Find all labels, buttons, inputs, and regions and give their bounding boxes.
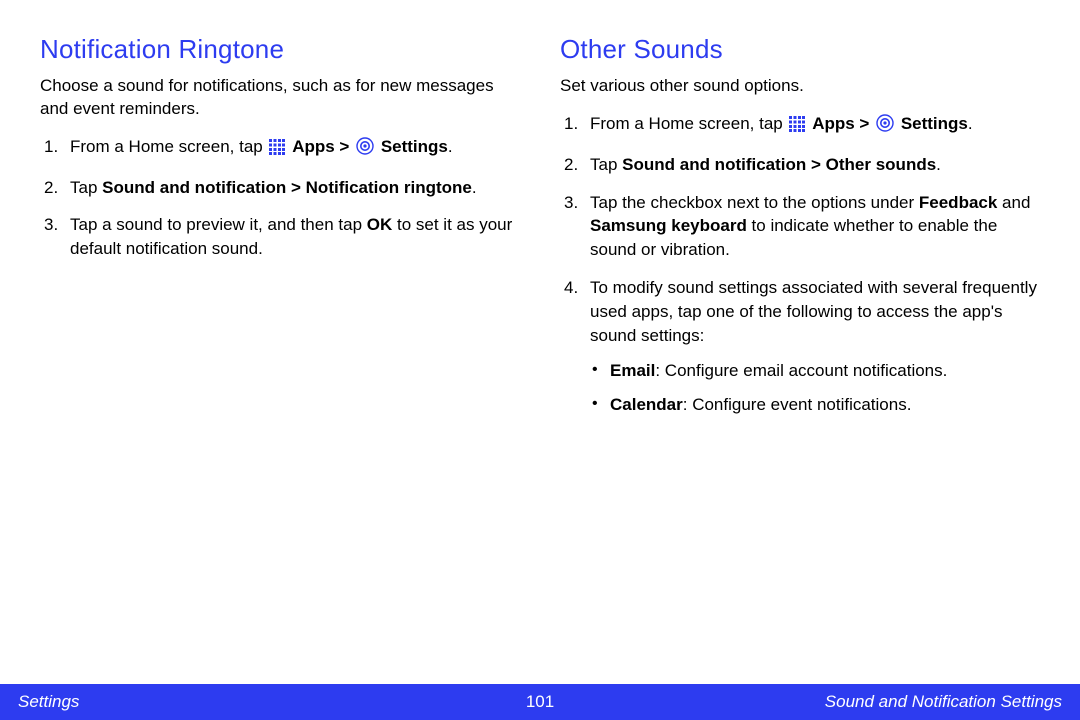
settings-gear-icon	[356, 137, 374, 162]
step-4: To modify sound settings associated with…	[560, 276, 1040, 417]
footer-page-number: 101	[0, 692, 1080, 712]
step-1-post: .	[448, 137, 453, 156]
step-2-bold: Sound and notification > Other sounds	[622, 155, 936, 174]
steps-notification-ringtone: From a Home screen, tap Apps > Settings.…	[40, 135, 520, 261]
step-4-sublist: Email: Configure email account notificat…	[590, 359, 1040, 417]
step-1-settings-label: Settings	[901, 114, 968, 133]
step-3: Tap a sound to preview it, and then tap …	[40, 213, 520, 261]
sub-email-label: Email	[610, 361, 655, 380]
step-2-pre: Tap	[590, 155, 622, 174]
step-2-post: .	[936, 155, 941, 174]
sub-calendar: Calendar: Configure event notifications.	[590, 393, 1040, 417]
steps-other-sounds: From a Home screen, tap Apps > Settings.…	[560, 112, 1040, 417]
intro-other-sounds: Set various other sound options.	[560, 75, 1040, 98]
step-2: Tap Sound and notification > Other sound…	[560, 153, 1040, 177]
step-3-ok: OK	[367, 215, 393, 234]
step-3-feedback: Feedback	[919, 193, 997, 212]
step-4-text: To modify sound settings associated with…	[590, 278, 1037, 345]
intro-notification-ringtone: Choose a sound for notifications, such a…	[40, 75, 520, 121]
step-3-a: Tap the checkbox next to the options und…	[590, 193, 919, 212]
step-3-and: and	[997, 193, 1030, 212]
step-2-bold: Sound and notification > Notification ri…	[102, 178, 472, 197]
sub-email-text: : Configure email account notifications.	[655, 361, 947, 380]
step-2-post: .	[472, 178, 477, 197]
step-2-pre: Tap	[70, 178, 102, 197]
step-2: Tap Sound and notification > Notificatio…	[40, 176, 520, 200]
step-1-post: .	[968, 114, 973, 133]
step-1: From a Home screen, tap Apps > Settings.	[560, 112, 1040, 139]
settings-gear-icon	[876, 114, 894, 139]
step-1-apps-label: Apps >	[812, 114, 874, 133]
step-3: Tap the checkbox next to the options und…	[560, 191, 1040, 262]
step-3-a: Tap a sound to preview it, and then tap	[70, 215, 367, 234]
step-1-apps-label: Apps >	[292, 137, 354, 156]
sub-email: Email: Configure email account notificat…	[590, 359, 1040, 383]
apps-grid-icon	[789, 115, 805, 139]
step-1-settings-label: Settings	[381, 137, 448, 156]
sub-calendar-text: : Configure event notifications.	[683, 395, 912, 414]
section-title-other-sounds: Other Sounds	[560, 34, 1040, 65]
step-1-pre: From a Home screen, tap	[590, 114, 787, 133]
sub-calendar-label: Calendar	[610, 395, 683, 414]
step-1: From a Home screen, tap Apps > Settings.	[40, 135, 520, 162]
apps-grid-icon	[269, 138, 285, 162]
section-title-notification-ringtone: Notification Ringtone	[40, 34, 520, 65]
footer-bar: Settings 101 Sound and Notification Sett…	[0, 684, 1080, 720]
right-column: Other Sounds Set various other sound opt…	[560, 34, 1040, 431]
step-1-pre: From a Home screen, tap	[70, 137, 267, 156]
step-3-samsung-keyboard: Samsung keyboard	[590, 216, 747, 235]
left-column: Notification Ringtone Choose a sound for…	[40, 34, 520, 431]
